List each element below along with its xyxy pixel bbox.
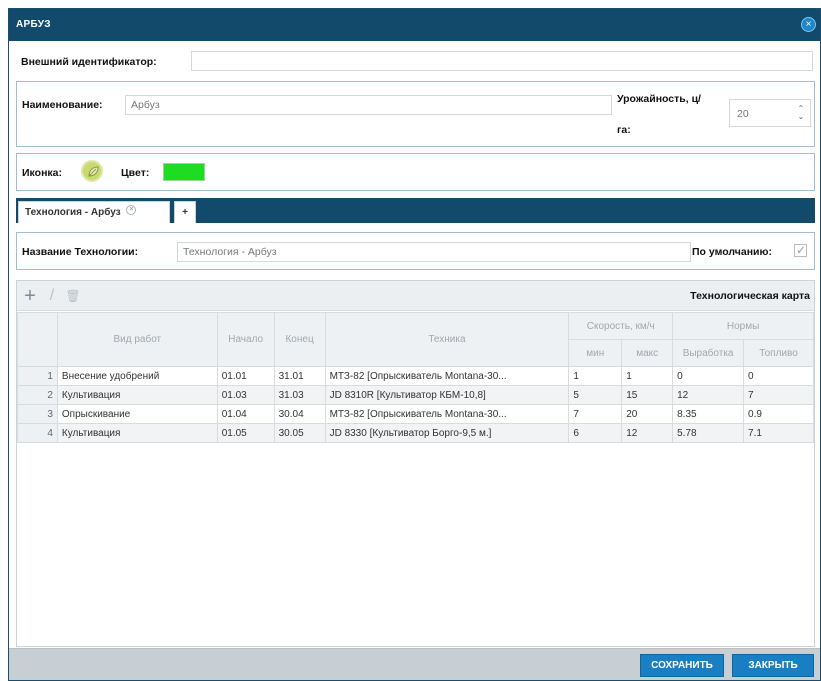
cell-fuel: 7	[743, 385, 814, 405]
row-number: 3	[17, 404, 58, 424]
cell-end: 31.01	[273, 366, 326, 386]
cell-work-type: Культивация	[56, 385, 218, 405]
icon-label: Иконка:	[22, 167, 63, 179]
yield-label-unit: га:	[617, 124, 631, 136]
tab-label: Технология - Арбуз	[25, 207, 121, 218]
cell-end: 30.04	[273, 404, 326, 424]
cell-equipment: МТЗ-82 [Опрыскиватель Montana-30...	[324, 366, 570, 386]
column-header-equipment[interactable]: Техника	[324, 312, 570, 367]
close-button[interactable]: ЗАКРЫТЬ	[732, 654, 814, 677]
technology-grid: + / 🗑 Технологическая карта Вид работ На…	[16, 280, 815, 647]
yield-label: Урожайность, ц/	[617, 93, 701, 105]
cell-fuel: 0	[743, 366, 814, 386]
color-swatch[interactable]	[163, 163, 205, 181]
cell-speed-max: 20	[621, 404, 674, 424]
cell-start: 01.04	[216, 404, 275, 424]
technology-panel: Название Технологии: Технология - Арбуз …	[16, 232, 815, 270]
row-number: 4	[17, 423, 58, 443]
external-id-field[interactable]	[191, 51, 813, 71]
cell-equipment: JD 8330 [Культиватор Борго-9,5 м.]	[324, 423, 570, 443]
yield-value: 20	[737, 108, 749, 120]
cell-work-type: Внесение удобрений	[56, 366, 218, 386]
cell-output: 8.35	[672, 404, 745, 424]
cell-speed-max: 15	[621, 385, 674, 405]
title-bar: АРБУЗ ×	[9, 9, 820, 41]
cell-start: 01.03	[216, 385, 275, 405]
save-button[interactable]: СОХРАНИТЬ	[640, 654, 724, 677]
name-panel: Наименование: Арбуз Урожайность, ц/ га: …	[16, 81, 815, 147]
edit-row-button[interactable]: /	[43, 287, 61, 305]
cell-fuel: 0.9	[743, 404, 814, 424]
external-id-label: Внешний идентификатор:	[21, 56, 157, 68]
column-header-speed-max[interactable]: макс	[621, 339, 674, 367]
appearance-panel: Иконка: Цвет:	[16, 153, 815, 191]
add-row-button[interactable]: +	[21, 286, 39, 306]
stepper-down-icon[interactable]: ⌄	[796, 113, 806, 121]
row-number: 2	[17, 385, 58, 405]
row-number: 1	[17, 366, 58, 386]
cell-start: 01.05	[216, 423, 275, 443]
column-header-speed-min[interactable]: мин	[568, 339, 623, 367]
row-number-header	[17, 312, 58, 367]
cell-fuel: 7.1	[743, 423, 814, 443]
cell-speed-min: 1	[568, 366, 623, 386]
external-id-panel: Внешний идентификатор:	[16, 49, 815, 75]
table-row[interactable]: 4 Культивация 01.05 30.05 JD 8330 [Культ…	[17, 423, 814, 443]
grid-toolbar: + / 🗑 Технологическая карта	[17, 281, 814, 311]
table-row[interactable]: 3 Опрыскивание 01.04 30.04 МТЗ-82 [Опрыс…	[17, 404, 814, 424]
grid-title: Технологическая карта	[690, 290, 810, 302]
column-header-end[interactable]: Конец	[273, 312, 326, 367]
table-row[interactable]: 2 Культивация 01.03 31.03 JD 8310R [Куль…	[17, 385, 814, 405]
cell-output: 5.78	[672, 423, 745, 443]
cell-speed-min: 7	[568, 404, 623, 424]
technology-name-field[interactable]: Технология - Арбуз	[177, 242, 691, 262]
cell-speed-max: 12	[621, 423, 674, 443]
cell-end: 31.03	[273, 385, 326, 405]
column-header-work-type[interactable]: Вид работ	[56, 312, 218, 367]
cell-output: 12	[672, 385, 745, 405]
default-checkbox[interactable]: ✓	[794, 243, 807, 257]
delete-row-button[interactable]: 🗑	[64, 287, 82, 305]
add-tab-label: +	[182, 207, 188, 218]
cell-output: 0	[672, 366, 745, 386]
leaf-icon[interactable]	[81, 160, 103, 182]
tab-technology[interactable]: Технология - Арбуз ×	[18, 201, 170, 223]
technology-name-label: Название Технологии:	[22, 246, 139, 258]
window-title: АРБУЗ	[16, 19, 51, 30]
cell-speed-min: 5	[568, 385, 623, 405]
column-header-fuel[interactable]: Топливо	[743, 339, 814, 367]
default-label: По умолчанию:	[692, 246, 772, 258]
dialog-footer: СОХРАНИТЬ ЗАКРЫТЬ	[9, 648, 820, 680]
cell-equipment: JD 8310R [Культиватор КБМ-10,8]	[324, 385, 570, 405]
column-header-start[interactable]: Начало	[216, 312, 275, 367]
name-field[interactable]: Арбуз	[125, 95, 612, 115]
dialog-window: АРБУЗ × Внешний идентификатор: Наименова…	[8, 8, 821, 681]
grid-table: Вид работ Начало Конец Техника Скорость,…	[17, 312, 814, 443]
yield-stepper[interactable]: 20 ⌃ ⌄	[729, 99, 811, 127]
column-group-norms: Нормы	[672, 312, 814, 340]
close-icon[interactable]: ×	[801, 17, 816, 32]
cell-start: 01.01	[216, 366, 275, 386]
cell-work-type: Опрыскивание	[56, 404, 218, 424]
name-label: Наименование:	[22, 99, 103, 111]
cell-equipment: МТЗ-82 [Опрыскиватель Montana-30...	[324, 404, 570, 424]
cell-end: 30.05	[273, 423, 326, 443]
cell-speed-max: 1	[621, 366, 674, 386]
column-header-output[interactable]: Выработка	[672, 339, 745, 367]
tab-close-icon[interactable]: ×	[126, 205, 137, 215]
tab-bar: Технология - Арбуз × +	[16, 198, 815, 223]
cell-work-type: Культивация	[56, 423, 218, 443]
column-group-speed: Скорость, км/ч	[568, 312, 674, 340]
check-icon: ✓	[796, 243, 807, 257]
add-tab-button[interactable]: +	[174, 201, 196, 223]
table-row[interactable]: 1 Внесение удобрений 01.01 31.01 МТЗ-82 …	[17, 366, 814, 386]
cell-speed-min: 6	[568, 423, 623, 443]
color-label: Цвет:	[121, 167, 150, 179]
